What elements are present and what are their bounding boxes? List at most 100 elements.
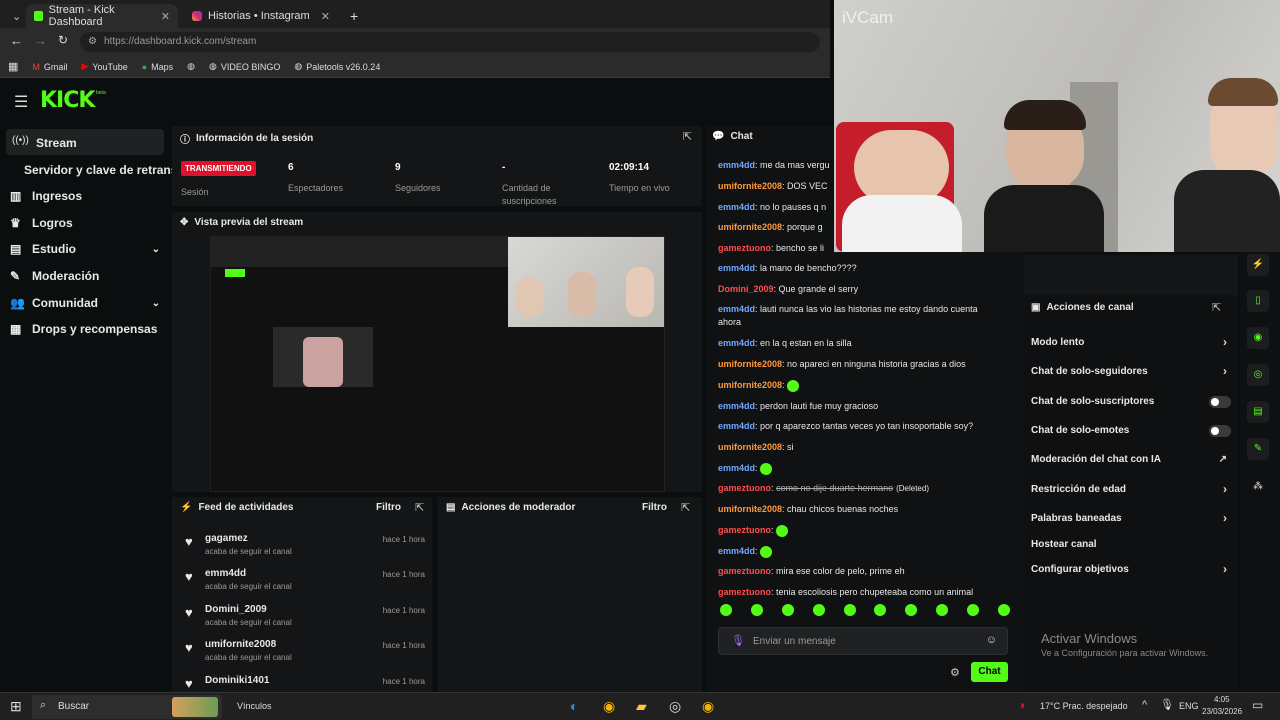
emote-icon[interactable] xyxy=(750,604,763,616)
sidebar-item-server-key[interactable]: Servidor y clave de retransmisión xyxy=(24,163,172,177)
chat-username[interactable]: umifornite2008 xyxy=(718,380,782,390)
chat-input[interactable]: 🎙 Enviar un mensaje ☺ xyxy=(718,627,1008,655)
url-input[interactable]: ⚙ https://dashboard.kick.com/stream xyxy=(80,32,820,52)
chat-send-button[interactable]: Chat xyxy=(971,662,1008,682)
chat-username[interactable]: gameztuono xyxy=(718,483,771,493)
emote-icon[interactable] xyxy=(905,604,918,616)
sidebar-item-stream[interactable]: ((•)) Stream xyxy=(6,129,164,155)
app-icon[interactable]: ◎ xyxy=(669,698,681,715)
tab-kick-dashboard[interactable]: Stream - Kick Dashboard ✕ xyxy=(26,4,178,28)
popout-icon[interactable]: ⇱ xyxy=(415,501,424,514)
chat-username[interactable]: emm4dd xyxy=(718,263,755,273)
chat-username[interactable]: umifornite2008 xyxy=(718,222,782,232)
mic-icon[interactable]: 🎙 xyxy=(1160,698,1174,711)
broadcast-icon[interactable]: ◎ xyxy=(1247,364,1269,386)
chat-username[interactable]: gameztuono xyxy=(718,525,771,535)
chat-username[interactable]: umifornite2008 xyxy=(718,181,782,191)
forward-icon[interactable]: → xyxy=(34,33,47,48)
close-tab-icon[interactable]: ✕ xyxy=(321,10,330,23)
action-followers-only[interactable]: Chat de solo-seguidores › xyxy=(1031,364,1231,378)
sidebar-item-drops[interactable]: ▦ Drops y recompensas xyxy=(10,322,157,336)
emote-icon[interactable] xyxy=(967,604,979,616)
bookmark-gmail[interactable]: M Gmail xyxy=(32,62,67,72)
subscribers-only-toggle[interactable] xyxy=(1209,396,1231,408)
emote-icon[interactable] xyxy=(936,604,949,616)
document-icon[interactable]: ▯ xyxy=(1247,290,1269,312)
close-tab-icon[interactable]: ✕ xyxy=(161,10,170,23)
emote-icon[interactable] xyxy=(997,604,1010,616)
chat-username[interactable]: gameztuono xyxy=(718,587,771,597)
emotes-only-toggle[interactable] xyxy=(1209,425,1231,437)
emote-icon[interactable] xyxy=(720,604,732,616)
sidebar-item-ingresos[interactable]: ▥ Ingresos xyxy=(10,189,82,203)
menu-icon[interactable]: ☰ xyxy=(14,92,28,112)
chat-username[interactable]: emm4dd xyxy=(718,463,755,473)
edge-icon[interactable]: ◐ xyxy=(570,698,578,714)
reload-icon[interactable]: ↻ xyxy=(58,33,68,47)
list-icon[interactable]: ▤ xyxy=(1247,401,1269,423)
chat-username[interactable]: umifornite2008 xyxy=(718,442,782,452)
back-icon[interactable]: ← xyxy=(10,33,23,48)
sidebar-item-moderacion[interactable]: ✎ Moderación xyxy=(10,269,99,283)
stream-preview-video[interactable] xyxy=(210,236,665,492)
windows-start-icon[interactable]: ⊞ xyxy=(10,698,22,715)
tab-list-icon[interactable]: ⌄ xyxy=(4,4,24,28)
wrench-icon[interactable]: ✎ xyxy=(1247,438,1269,460)
kick-logo[interactable]: KICK xyxy=(40,88,95,113)
chrome-icon[interactable]: ◉ xyxy=(603,698,615,715)
emote-icon[interactable] xyxy=(781,604,794,616)
chat-bubble-icon[interactable]: ◉ xyxy=(1247,327,1269,349)
sidebar-item-logros[interactable]: ♛ Logros xyxy=(10,216,73,230)
emote-icon[interactable] xyxy=(843,604,856,616)
sidebar-item-comunidad[interactable]: 👥 Comunidad ⌄ xyxy=(10,296,160,310)
mic-icon[interactable]: 🎙 xyxy=(731,634,745,647)
action-slow-mode[interactable]: Modo lento › xyxy=(1031,335,1231,349)
sidebar-item-estudio[interactable]: ▤ Estudio ⌄ xyxy=(10,242,160,256)
popout-icon[interactable]: ⇱ xyxy=(683,130,692,143)
chat-username[interactable]: emm4dd xyxy=(718,160,755,170)
file-explorer-icon[interactable]: ▰ xyxy=(636,698,647,715)
chat-username[interactable]: umifornite2008 xyxy=(718,504,782,514)
action-host-channel[interactable]: Hostear canal xyxy=(1031,539,1231,550)
popout-icon[interactable]: ⇱ xyxy=(1212,301,1221,314)
chat-username[interactable]: gameztuono xyxy=(718,243,771,253)
language-indicator[interactable]: ENG xyxy=(1179,701,1199,711)
bookmark-maps[interactable]: ● Maps xyxy=(142,62,173,72)
taskbar-search[interactable]: ⌕ Buscar xyxy=(32,695,222,719)
bookmark-video-bingo[interactable]: ◍ VIDEO BINGO xyxy=(209,61,280,72)
chat-username[interactable]: umifornite2008 xyxy=(718,359,782,369)
emote-icon[interactable] xyxy=(812,604,825,616)
chat-username[interactable]: emm4dd xyxy=(718,401,755,411)
chat-username[interactable]: Domini_2009 xyxy=(718,284,774,294)
chat-username[interactable]: emm4dd xyxy=(718,546,755,556)
bookmark-paletools[interactable]: ◍ Paletools v26.0.24 xyxy=(294,61,380,72)
chat-username[interactable]: emm4dd xyxy=(718,421,755,431)
chrome-icon[interactable]: ◉ xyxy=(702,698,714,715)
bolt-icon[interactable]: ⚡ xyxy=(1247,254,1269,276)
chat-username[interactable]: emm4dd xyxy=(718,338,755,348)
action-configure-goals[interactable]: Configurar objetivos › xyxy=(1031,562,1231,576)
action-banned-words[interactable]: Palabras baneadas › xyxy=(1031,511,1231,525)
bookmark-youtube[interactable]: ▶ YouTube xyxy=(81,61,127,72)
chevron-up-icon[interactable]: ^ xyxy=(1142,699,1147,711)
weather-text[interactable]: 17°C Prac. despejado xyxy=(1040,701,1128,711)
notifications-icon[interactable]: ▭ xyxy=(1252,698,1263,712)
taskbar-links[interactable]: Vínculos xyxy=(237,701,272,711)
emoji-icon[interactable]: ☺ xyxy=(986,634,997,646)
grid-icon[interactable]: ⁂ xyxy=(1247,476,1269,498)
feed-filter-button[interactable]: Filtro xyxy=(376,502,401,513)
new-tab-icon[interactable]: + xyxy=(342,4,362,28)
emote-icon[interactable] xyxy=(874,604,887,616)
chat-settings-icon[interactable]: ⚙ xyxy=(950,666,960,679)
chat-username[interactable]: gameztuono xyxy=(718,566,771,576)
bookmark-globe[interactable]: ◍ xyxy=(187,61,195,72)
site-info-icon[interactable]: ⚙ xyxy=(88,32,97,52)
chat-username[interactable]: emm4dd xyxy=(718,304,755,314)
chat-username[interactable]: emm4dd xyxy=(718,202,755,212)
action-age-restriction[interactable]: Restricción de edad › xyxy=(1031,482,1231,496)
popout-icon[interactable]: ⇱ xyxy=(681,501,690,514)
tab-instagram[interactable]: Historias • Instagram ✕ xyxy=(184,4,338,28)
apps-icon[interactable]: ▦ xyxy=(8,60,18,73)
mod-filter-button[interactable]: Filtro xyxy=(642,502,667,513)
action-ai-moderation[interactable]: Moderación del chat con IA ↗ xyxy=(1031,454,1231,465)
